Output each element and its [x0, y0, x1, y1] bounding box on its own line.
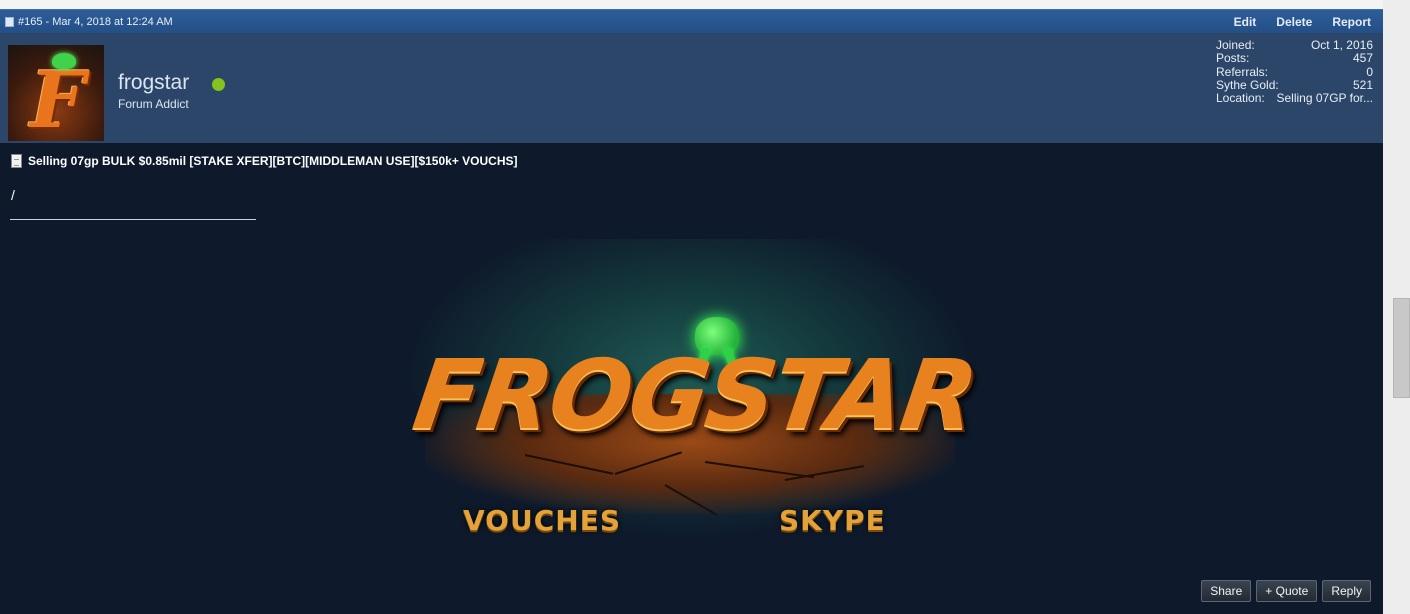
forum-post: #165 - Mar 4, 2018 at 12:24 AM Edit Dele… — [0, 9, 1383, 614]
stat-value: Selling 07GP for... — [1276, 92, 1373, 106]
edit-link[interactable]: Edit — [1234, 15, 1257, 29]
frog-icon — [52, 53, 76, 69]
stat-joined: Joined: Oct 1, 2016 — [1216, 38, 1373, 52]
user-rank: Forum Addict — [118, 97, 189, 111]
stat-value: 0 — [1366, 65, 1373, 79]
post-footer-buttons: Share + Quote Reply — [1201, 580, 1371, 602]
stat-label: Sythe Gold: — [1216, 77, 1279, 92]
document-icon — [11, 154, 22, 168]
delete-link[interactable]: Delete — [1276, 15, 1312, 29]
username[interactable]: frogstar — [118, 71, 189, 95]
vouches-link[interactable]: VOUCHES — [463, 504, 621, 537]
stat-referrals: Referrals: 0 — [1216, 64, 1373, 79]
stat-label: Referrals: — [1216, 64, 1269, 79]
user-stats: Joined: Oct 1, 2016 Posts: 457 Referrals… — [1216, 38, 1373, 106]
post-body: / — [11, 187, 15, 203]
report-link[interactable]: Report — [1332, 15, 1371, 29]
stat-label: Posts: — [1216, 51, 1250, 66]
signature-divider — [10, 219, 256, 220]
post-number-date[interactable]: #165 - Mar 4, 2018 at 12:24 AM — [18, 16, 173, 28]
top-strip — [0, 0, 1383, 9]
banner-logo-text: FROGSTAR — [407, 339, 983, 451]
reply-button[interactable]: Reply — [1322, 580, 1371, 602]
stat-value: 521 — [1352, 78, 1373, 92]
signature-banner: FROGSTAR VOUCHES SKYPE — [405, 239, 983, 539]
share-button[interactable]: Share — [1201, 580, 1252, 602]
scrollbar-thumb[interactable] — [1393, 298, 1410, 398]
post-title-text: Selling 07gp BULK $0.85mil [STAKE XFER][… — [28, 154, 518, 168]
post-permalink[interactable]: #165 - Mar 4, 2018 at 12:24 AM — [5, 16, 173, 28]
user-info-bar: F frogstar Forum Addict Joined: Oct 1, 2… — [0, 33, 1383, 143]
post-title: Selling 07gp BULK $0.85mil [STAKE XFER][… — [11, 154, 518, 168]
avatar[interactable]: F — [8, 45, 104, 141]
page-scrollbar[interactable] — [1383, 0, 1410, 614]
stat-sythe-gold: Sythe Gold: 521 — [1216, 77, 1373, 92]
post-icon — [5, 17, 14, 27]
post-header: #165 - Mar 4, 2018 at 12:24 AM Edit Dele… — [0, 9, 1383, 33]
stat-location: Location: Selling 07GP for... — [1216, 91, 1373, 106]
stat-posts: Posts: 457 — [1216, 51, 1373, 66]
quote-button[interactable]: + Quote — [1256, 580, 1318, 602]
stat-value: Oct 1, 2016 — [1310, 39, 1373, 52]
stat-label: Location: — [1216, 91, 1265, 106]
skype-link[interactable]: SKYPE — [779, 504, 886, 537]
stat-value[interactable]: 457 — [1353, 52, 1373, 65]
stat-label: Joined: — [1216, 38, 1255, 52]
online-status-icon — [212, 78, 225, 91]
post-actions: Edit Delete Report — [1234, 15, 1371, 29]
